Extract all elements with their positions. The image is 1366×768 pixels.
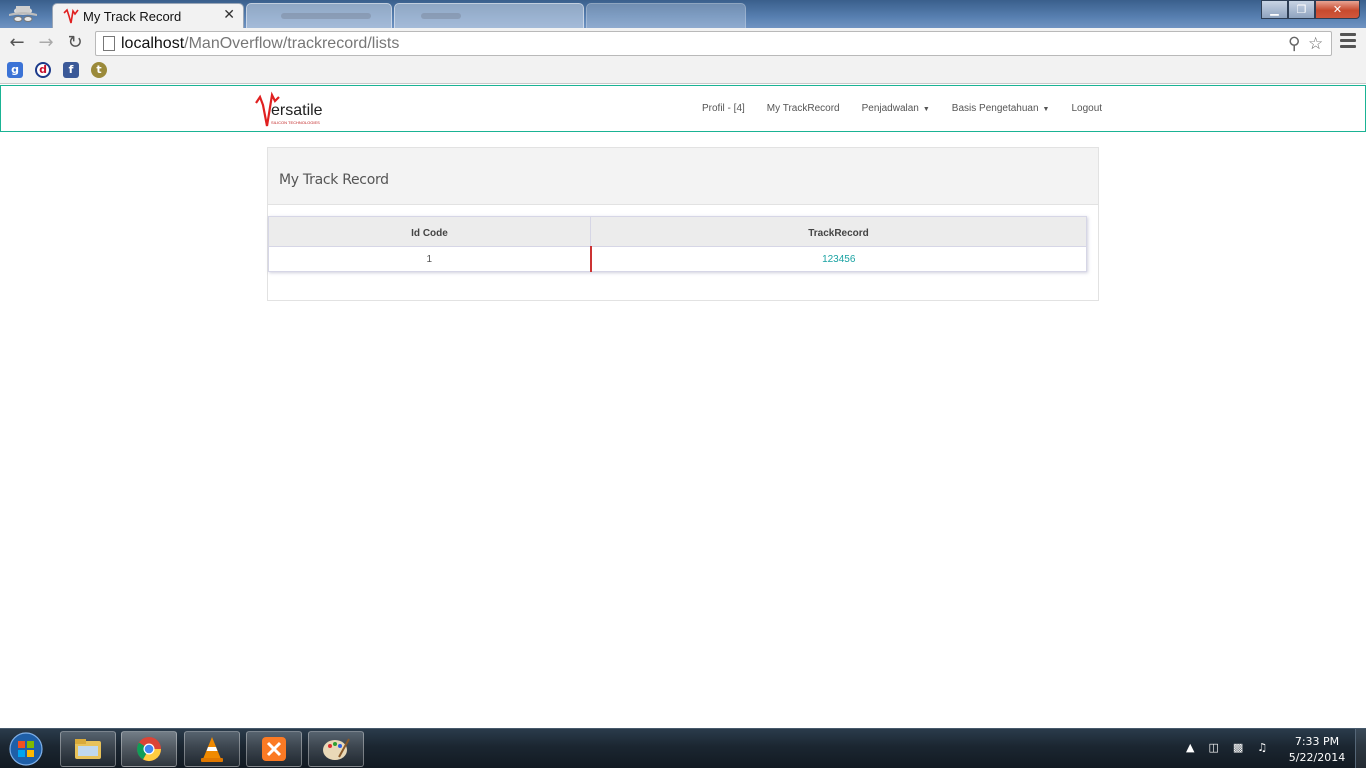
maximize-button[interactable]: ❐ bbox=[1288, 0, 1315, 19]
clock-date: 5/22/2014 bbox=[1288, 751, 1346, 764]
versatile-favicon-icon bbox=[63, 8, 79, 24]
versatile-logo[interactable]: ersatile SILICON TECHNOLOGIES bbox=[255, 91, 335, 129]
tray-overflow-icon[interactable]: ▲ bbox=[1186, 741, 1194, 754]
folder-icon bbox=[75, 739, 101, 759]
search-icon[interactable]: ⚲ bbox=[1288, 34, 1300, 54]
power-icon[interactable]: ◫ bbox=[1208, 741, 1218, 754]
url-text: localhost/ManOverflow/trackrecord/lists bbox=[121, 35, 400, 52]
tab-close-icon[interactable]: ✕ bbox=[223, 7, 235, 23]
column-header-id-code[interactable]: Id Code bbox=[268, 216, 591, 247]
close-button[interactable]: ✕ bbox=[1315, 0, 1360, 19]
table-header-row: Id Code TrackRecord bbox=[268, 216, 1087, 247]
network-signal-icon[interactable]: ▩ bbox=[1233, 741, 1243, 754]
browser-titlebar: My Track Record ✕ ▁ ❐ ✕ bbox=[0, 0, 1366, 28]
tab-title: My Track Record bbox=[83, 9, 182, 24]
page-title: My Track Record bbox=[279, 172, 389, 188]
site-navbar: ersatile SILICON TECHNOLOGIES Profil - [… bbox=[0, 85, 1366, 132]
clock-time: 7:33 PM bbox=[1294, 735, 1340, 748]
file-explorer-taskbar-button[interactable] bbox=[60, 731, 116, 767]
window-controls: ▁ ❐ ✕ bbox=[1261, 0, 1360, 19]
nav-logout[interactable]: Logout bbox=[1071, 103, 1102, 114]
nav-basis-pengetahuan[interactable]: Basis Pengetahuan ▼ bbox=[952, 103, 1050, 114]
cell-trackrecord: 123456 bbox=[591, 247, 1087, 272]
xampp-taskbar-button[interactable] bbox=[246, 731, 302, 767]
d-icon[interactable]: d bbox=[35, 62, 51, 78]
page-icon bbox=[103, 36, 115, 51]
forward-arrow-icon[interactable]: → bbox=[35, 32, 57, 54]
windows-taskbar: ▲ ◫ ▩ ♫ 7:33 PM 5/22/2014 bbox=[0, 728, 1366, 768]
track-record-panel: My Track Record Id Code TrackRecord 1 12… bbox=[267, 147, 1099, 301]
incognito-icon bbox=[9, 6, 37, 22]
windows-start-icon[interactable] bbox=[4, 731, 48, 767]
column-header-trackrecord[interactable]: TrackRecord bbox=[590, 216, 1087, 247]
chrome-icon bbox=[137, 737, 161, 762]
t-badge-icon[interactable]: t bbox=[91, 62, 107, 78]
caret-down-icon: ▼ bbox=[922, 106, 930, 113]
volume-icon[interactable]: ♫ bbox=[1257, 741, 1267, 754]
show-desktop-button[interactable] bbox=[1355, 729, 1366, 768]
taskbar-clock[interactable]: 7:33 PM 5/22/2014 bbox=[1282, 734, 1352, 766]
minimize-button[interactable]: ▁ bbox=[1261, 0, 1288, 19]
vlc-taskbar-button[interactable] bbox=[184, 731, 240, 767]
nav-my-trackrecord[interactable]: My TrackRecord bbox=[767, 103, 840, 114]
bookmark-star-icon[interactable]: ☆ bbox=[1308, 34, 1323, 54]
google-icon[interactable]: g bbox=[7, 62, 23, 78]
tab-inactive-4[interactable] bbox=[586, 3, 746, 28]
nav-links: Profil - [4] My TrackRecord Penjadwalan ▼… bbox=[702, 103, 1124, 114]
panel-header: My Track Record bbox=[268, 148, 1098, 205]
tab-my-track-record[interactable]: My Track Record ✕ bbox=[52, 3, 244, 28]
reload-icon[interactable]: ↻ bbox=[64, 32, 86, 54]
address-bar[interactable]: localhost/ManOverflow/trackrecord/lists … bbox=[95, 31, 1332, 56]
xampp-icon bbox=[262, 737, 286, 761]
trackrecord-link[interactable]: 123456 bbox=[822, 254, 855, 265]
track-record-table: Id Code TrackRecord 1 123456 bbox=[268, 216, 1087, 272]
svg-text:ersatile: ersatile bbox=[271, 102, 323, 119]
tab-blurred-title bbox=[421, 13, 461, 19]
cell-id-code: 1 bbox=[268, 246, 592, 272]
nav-penjadwalan[interactable]: Penjadwalan ▼ bbox=[862, 103, 930, 114]
svg-text:SILICON TECHNOLOGIES: SILICON TECHNOLOGIES bbox=[271, 120, 320, 125]
back-arrow-icon[interactable]: ← bbox=[6, 32, 28, 54]
caret-down-icon: ▼ bbox=[1042, 106, 1050, 113]
nav-profil[interactable]: Profil - [4] bbox=[702, 103, 745, 114]
tab-inactive-2[interactable] bbox=[246, 3, 392, 28]
chrome-menu-icon[interactable] bbox=[1340, 33, 1356, 49]
facebook-icon[interactable]: f bbox=[63, 62, 79, 78]
chrome-taskbar-button[interactable] bbox=[121, 731, 177, 767]
vlc-cone-icon bbox=[201, 737, 223, 762]
bookmarks-bar: g d f t bbox=[0, 58, 1366, 84]
system-tray: ▲ ◫ ▩ ♫ bbox=[1186, 741, 1281, 754]
paint-palette-icon bbox=[323, 738, 350, 760]
tab-blurred-title bbox=[281, 13, 371, 19]
tab-inactive-3[interactable] bbox=[394, 3, 584, 28]
table-row: 1 123456 bbox=[268, 246, 1087, 272]
paint-taskbar-button[interactable] bbox=[308, 731, 364, 767]
